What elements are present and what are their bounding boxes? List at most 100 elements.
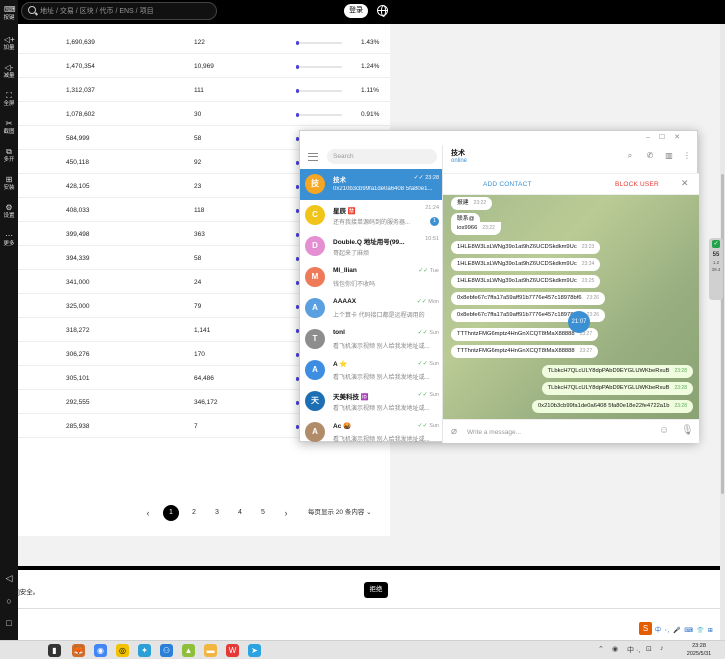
page-button[interactable]: 3: [209, 505, 225, 521]
input-method-indicator[interactable]: 中 ·,: [627, 645, 640, 655]
outgoing-message[interactable]: TLbkcH7QLcULY8dpPAbD9EYGLUWKbeRxuB 23:28: [541, 365, 693, 378]
read-check-icon: ✓✓: [417, 392, 428, 398]
next-page-button[interactable]: ›: [280, 505, 292, 521]
chat-name: tonl: [333, 329, 345, 336]
page-button[interactable]: 2: [186, 505, 202, 521]
minimize-icon[interactable]: –: [646, 134, 659, 141]
microphone-icon[interactable]: 🎙: [681, 425, 694, 436]
chat-item[interactable]: Ttonl ✓✓ Sun 看飞机演示视频 别人给我发地址或...: [300, 324, 442, 355]
chat-time: ✓✓ Sun: [418, 422, 439, 429]
block-user-button[interactable]: BLOCK USER: [615, 181, 659, 188]
table-row[interactable]: 1,078,602 30 0.91%: [18, 103, 390, 126]
incoming-message[interactable]: 1HLE8W3LsLWNg39o1at9hZ6UCDSkdkm9Uc 23:25: [451, 275, 601, 288]
android-icon[interactable]: ▲: [182, 644, 195, 657]
incoming-message[interactable]: ios9966 23:22: [451, 222, 501, 235]
sidebar-item-0[interactable]: ⌨ 按键: [0, 6, 18, 22]
floating-time-badge[interactable]: 21:07: [568, 311, 590, 333]
page-button[interactable]: 4: [232, 505, 248, 521]
maximize-icon[interactable]: ☐: [659, 134, 674, 141]
chat-item[interactable]: A Ac 🤬 ✓✓ Sun 看飞机演示视频 别人给我发地址或...: [300, 417, 442, 443]
table-row[interactable]: 1,690,639 122 1.43%: [18, 31, 390, 54]
message-input[interactable]: [467, 425, 647, 439]
quantity-cell: 341,000: [66, 279, 90, 286]
phone-icon[interactable]: ✆: [645, 151, 655, 161]
incoming-message[interactable]: TTThntzFMG6mptz4HnGnXCQT8tMaX88888 23:27: [451, 345, 599, 358]
telegram-icon[interactable]: ➤: [248, 644, 261, 657]
globe-icon[interactable]: [377, 5, 388, 17]
percentage-cell: 0.91%: [361, 111, 380, 118]
sidebar-item-1[interactable]: ◁+ 加量: [0, 36, 18, 52]
chat-item[interactable]: D Double.Q 地址用号(99... 10:51 哥起来了麻烦: [300, 231, 442, 262]
chat-item[interactable]: A AAAAX ✓✓ Mon 上个算卡 代码接口都是远程调用的: [300, 293, 442, 324]
paperclip-icon[interactable]: ⌀: [451, 426, 457, 437]
ime-toolbar[interactable]: S 中 ◦, 🎤 ⌨ 👕 ⊞: [638, 622, 720, 637]
app-icon[interactable]: ◎: [116, 644, 129, 657]
window-controls[interactable]: –☐✕: [646, 133, 689, 141]
table-row[interactable]: 1,470,354 10,969 1.24%: [18, 55, 390, 78]
menu-icon[interactable]: [308, 153, 318, 161]
quantity-cell: 306,276: [66, 351, 90, 358]
back-icon[interactable]: ◁: [4, 573, 14, 583]
page-button[interactable]: 1: [163, 505, 179, 521]
sidebar-item-3[interactable]: ⛶ 全屏: [0, 92, 18, 108]
chat-search-input[interactable]: [327, 149, 437, 164]
sidebar-item-2[interactable]: ◁- 减量: [0, 64, 18, 80]
search-box[interactable]: [21, 2, 217, 20]
multi-window-icon: ⧉: [6, 147, 12, 156]
chat-item[interactable]: M MI_Ilian ✓✓ Tue 钱包你们不收吗: [300, 262, 442, 293]
login-button[interactable]: 登录: [344, 4, 368, 18]
incoming-message[interactable]: 1HLE8W3LsLWNg39o1at9hZ6UCDSkdkm9Uc 23:24: [451, 258, 601, 271]
incoming-message[interactable]: 1HLE8W3LsLWNg39o1at9hZ6UCDSkdkm9Uc 23:23: [451, 241, 601, 254]
folder-icon[interactable]: ▬: [204, 644, 217, 657]
wps-icon[interactable]: W: [226, 644, 239, 657]
file-icon[interactable]: ▮: [48, 644, 61, 657]
recents-icon[interactable]: □: [4, 618, 14, 628]
emoji-icon[interactable]: ☺: [659, 425, 669, 436]
more-vertical-icon[interactable]: ⋮: [682, 151, 692, 161]
volume-icon[interactable]: ♪: [660, 645, 664, 652]
chevron-up-icon[interactable]: ⌃: [598, 645, 604, 653]
outgoing-message[interactable]: 0x210b3cb99fa1de0a6408 5fa80e18e22fe4722…: [531, 400, 693, 413]
chat-item[interactable]: C 星辰 🈲 21:24 还有我接单源码到的服务器... 1: [300, 200, 442, 231]
add-contact-button[interactable]: ADD CONTACT: [483, 181, 532, 188]
divider: [18, 608, 720, 609]
speed-widget[interactable]: ✓ 55 1.2 39.4: [709, 238, 723, 300]
search-icon[interactable]: ⌕: [625, 151, 635, 161]
network-icon[interactable]: ⊡: [646, 645, 652, 653]
tray-app-icon[interactable]: ◉: [612, 645, 618, 653]
sidebar-item-5[interactable]: ⧉ 多开: [0, 147, 18, 164]
network-icon[interactable]: ⚇: [160, 644, 173, 657]
close-icon[interactable]: ✕: [681, 178, 689, 189]
sidebar-item-8[interactable]: ⋯ 更多: [0, 232, 18, 248]
message-area[interactable]: 报建 23:22 联系@ ios9966 23:22 1HLE8W3LsLWNg39o1a…: [443, 195, 699, 419]
search-input[interactable]: [40, 5, 210, 17]
page-button[interactable]: 5: [255, 505, 271, 521]
incoming-message[interactable]: 0x8ebfe67c7ffa17a59aff91b7776e457c18978b…: [451, 292, 606, 305]
sidebar-toggle-icon[interactable]: ▥: [664, 151, 674, 161]
outgoing-message[interactable]: TLbkcH7QLcULY8dpPAbD9EYGLUWKbeRxuB 23:28: [541, 382, 693, 395]
chat-item[interactable]: 天 天美科技 🆔 ✓✓ Sun 看飞机演示视频 别人给我发地址或...: [300, 386, 442, 417]
table-row[interactable]: 1,312,037 111 1.11%: [18, 79, 390, 102]
fox-app-icon[interactable]: 🦊: [72, 644, 85, 657]
sidebar-item-4[interactable]: ✂ 截图: [0, 120, 18, 136]
chat-item[interactable]: A A ⭐ ✓✓ Sun 看飞机演示视频 别人给我发地址或...: [300, 355, 442, 386]
close-icon[interactable]: ✕: [674, 134, 689, 141]
chrome-icon[interactable]: ◉: [94, 644, 107, 657]
prev-page-button[interactable]: ‹: [142, 505, 154, 521]
avatar: A: [305, 298, 325, 318]
ime-toolbar-items[interactable]: 中 ◦, 🎤 ⌨ 👕 ⊞: [655, 625, 714, 634]
chat-name: Ac 🤬: [333, 423, 352, 430]
chat-item[interactable]: 技 技术 ✓✓ 23:28 0x210b3cb99fa1de0a6408 5fa80e…: [300, 169, 442, 200]
home-icon[interactable]: ○: [4, 596, 14, 606]
bird-app-icon[interactable]: ✦: [138, 644, 151, 657]
refuse-button[interactable]: 拒绝: [364, 582, 388, 598]
page-scrollbar[interactable]: [720, 24, 725, 644]
scrollbar-thumb[interactable]: [721, 174, 724, 494]
sidebar-item-7[interactable]: ⚙ 设置: [0, 204, 18, 220]
quantity-cell: 285,938: [66, 423, 90, 430]
per-page-select[interactable]: 每页显示 20 条内容 ⌄: [308, 505, 372, 521]
sidebar-item-6[interactable]: ⊞ 安装: [0, 176, 18, 192]
incoming-message[interactable]: 报建 23:22: [451, 197, 493, 210]
count-cell: 30: [194, 111, 202, 118]
clock[interactable]: 23:28 2025/5/31: [676, 642, 722, 658]
